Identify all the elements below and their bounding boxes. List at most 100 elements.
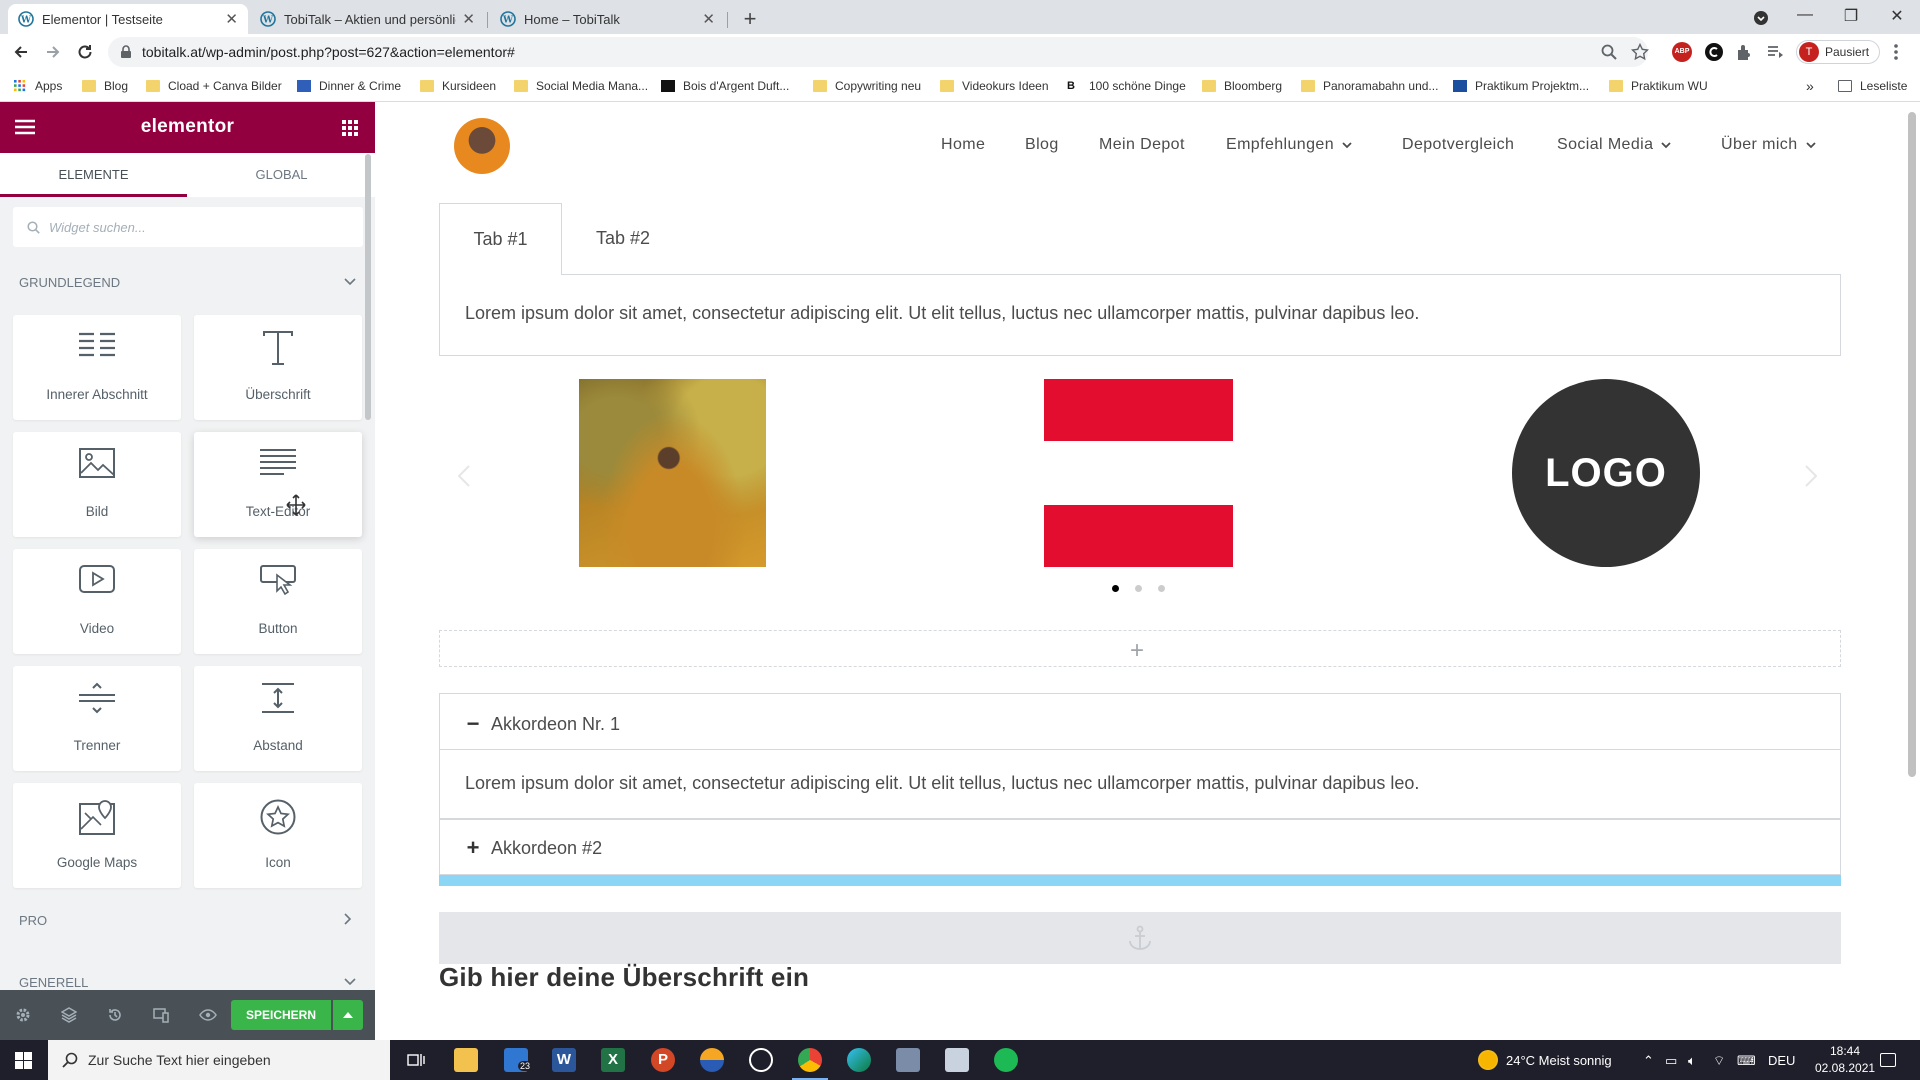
nav-blog[interactable]: Blog xyxy=(1025,136,1059,154)
bookmark-praktikum-wu[interactable]: Praktikum WU xyxy=(1609,70,1708,102)
taskbar-search-input[interactable]: Zur Suche Text hier eingeben xyxy=(48,1040,390,1080)
carousel-prev-icon[interactable] xyxy=(458,465,470,487)
tab-elemente[interactable]: ELEMENTE xyxy=(0,153,187,197)
tab-1[interactable]: Tab #1 xyxy=(439,203,562,275)
minimize-icon[interactable]: — xyxy=(1790,6,1820,24)
reload-icon[interactable] xyxy=(76,43,94,61)
bookmark-videokurs[interactable]: Videokurs Ideen xyxy=(940,70,1049,102)
widget-image[interactable]: Bild xyxy=(13,432,181,537)
navigator-layers-icon[interactable] xyxy=(61,1007,77,1023)
history-icon[interactable] xyxy=(107,1007,123,1023)
tab-global[interactable]: GLOBAL xyxy=(188,153,375,197)
new-tab-button[interactable]: + xyxy=(738,6,762,32)
app-icon[interactable] xyxy=(700,1048,724,1072)
clock[interactable]: 18:44 02.08.2021 xyxy=(1815,1044,1875,1075)
accordion-item-2-title[interactable]: + Akkordeon #2 xyxy=(465,835,603,861)
bookmark-panoramabahn[interactable]: Panoramabahn und... xyxy=(1301,70,1438,102)
preview-scrollbar[interactable] xyxy=(1908,112,1916,777)
language-indicator[interactable]: DEU xyxy=(1768,1053,1795,1068)
widget-search-input[interactable]: Widget suchen... xyxy=(13,207,363,247)
tab-search-icon[interactable] xyxy=(1746,6,1776,30)
menu-anchor-widget[interactable] xyxy=(439,912,1841,964)
preview-eye-icon[interactable] xyxy=(199,1007,217,1023)
category-grundlegend[interactable]: GRUNDLEGEND xyxy=(19,275,120,290)
widget-google-maps[interactable]: Google Maps xyxy=(13,783,181,888)
tab-2[interactable]: Tab #2 xyxy=(562,203,684,275)
nav-social-media[interactable]: Social Media xyxy=(1557,136,1672,154)
word-icon[interactable]: W xyxy=(552,1048,576,1072)
weather-sun-icon[interactable] xyxy=(1478,1050,1498,1070)
obs-icon[interactable] xyxy=(749,1048,773,1072)
close-tab-icon[interactable]: ✕ xyxy=(702,10,715,28)
bookmark-blog[interactable]: Blog xyxy=(82,70,128,102)
app-icon[interactable] xyxy=(896,1048,920,1072)
panel-scrollbar[interactable] xyxy=(365,154,371,420)
widget-button[interactable]: Button xyxy=(194,549,362,654)
adblock-icon[interactable]: ABP xyxy=(1672,42,1692,62)
app-icon[interactable] xyxy=(945,1048,969,1072)
widget-heading[interactable]: Überschrift xyxy=(194,315,362,420)
bookmark-bloomberg[interactable]: Bloomberg xyxy=(1202,70,1282,102)
add-section-plus-icon[interactable]: + xyxy=(1130,637,1144,665)
category-pro[interactable]: PRO xyxy=(19,913,47,928)
widget-text-editor[interactable]: Text-Editor xyxy=(194,432,362,537)
chevron-down-icon[interactable] xyxy=(344,278,356,286)
category-generell[interactable]: GENERELL xyxy=(19,975,88,990)
nav-ueber-mich[interactable]: Über mich xyxy=(1721,136,1816,154)
reading-list[interactable]: Leseliste xyxy=(1838,70,1907,102)
widget-icon[interactable]: Icon xyxy=(194,783,362,888)
bookmark-kursideen[interactable]: Kursideen xyxy=(420,70,496,102)
browser-tab-tobitalk[interactable]: W TobiTalk – Aktien und persönlich ✕ xyxy=(250,4,485,34)
tray-expand-icon[interactable]: ⌃ xyxy=(1643,1053,1654,1069)
more-bookmarks-icon[interactable]: » xyxy=(1806,70,1814,102)
bookmark-copywriting[interactable]: Copywriting neu xyxy=(813,70,921,102)
widget-inner-section[interactable]: Innerer Abschnitt xyxy=(13,315,181,420)
weather-text[interactable]: 24°C Meist sonnig xyxy=(1506,1053,1612,1068)
carousel-dot-1[interactable] xyxy=(1112,585,1119,592)
notifications-icon[interactable] xyxy=(1880,1053,1896,1067)
add-section-area[interactable]: + xyxy=(439,630,1841,667)
heading-placeholder[interactable]: Gib hier deine Überschrift ein xyxy=(439,962,809,993)
carousel-next-icon[interactable] xyxy=(1805,465,1817,487)
excel-icon[interactable]: X xyxy=(601,1048,625,1072)
chevron-down-icon[interactable] xyxy=(344,978,356,986)
chrome-icon[interactable] xyxy=(792,1048,828,1080)
responsive-mode-icon[interactable] xyxy=(153,1007,169,1023)
forward-icon[interactable] xyxy=(44,43,62,61)
zoom-icon[interactable] xyxy=(1600,43,1618,61)
bookmark-star-icon[interactable] xyxy=(1631,43,1649,61)
widget-divider[interactable]: Trenner xyxy=(13,666,181,771)
nav-empfehlungen[interactable]: Empfehlungen xyxy=(1226,136,1352,154)
tray-device-icon[interactable]: ▭ xyxy=(1665,1053,1677,1069)
bookmark-praktikum-projekt[interactable]: Praktikum Projektm... xyxy=(1453,70,1589,102)
restore-icon[interactable]: ❐ xyxy=(1836,6,1866,26)
edge-icon[interactable] xyxy=(847,1048,871,1072)
bookmark-dinner-crime[interactable]: Dinner & Crime xyxy=(297,70,401,102)
widget-video[interactable]: Video xyxy=(13,549,181,654)
carousel-dot-3[interactable] xyxy=(1158,585,1165,592)
carousel-dot-2[interactable] xyxy=(1135,585,1142,592)
bookmark-canva[interactable]: Cload + Canva Bilder xyxy=(146,70,282,102)
browser-tab-home[interactable]: W Home – TobiTalk ✕ xyxy=(490,4,725,34)
bookmark-social-media[interactable]: Social Media Mana... xyxy=(514,70,648,102)
keyboard-icon[interactable]: ⌨ xyxy=(1737,1053,1756,1069)
bookmark-bois-dargent[interactable]: Bois d'Argent Duft... xyxy=(661,70,789,102)
save-button[interactable]: SPEICHERN xyxy=(231,1000,331,1030)
bookmark-apps[interactable]: Apps xyxy=(13,70,62,102)
more-menu-icon[interactable] xyxy=(1893,43,1899,61)
grammarly-icon[interactable] xyxy=(1704,42,1724,62)
settings-gear-icon[interactable] xyxy=(15,1007,31,1023)
site-logo-avatar[interactable] xyxy=(454,118,510,174)
task-view-icon[interactable] xyxy=(407,1052,425,1068)
close-window-icon[interactable]: ✕ xyxy=(1882,6,1912,26)
back-icon[interactable] xyxy=(12,43,30,61)
spotify-icon[interactable] xyxy=(994,1048,1018,1072)
lock-icon[interactable] xyxy=(120,45,132,59)
accordion-item-2[interactable]: + Akkordeon #2 xyxy=(439,819,1841,875)
address-bar[interactable]: tobitalk.at/wp-admin/post.php?post=627&a… xyxy=(108,37,1648,67)
accordion-item-1-title[interactable]: − Akkordeon Nr. 1 xyxy=(465,711,621,737)
volume-icon[interactable]: 🔈︎ xyxy=(1688,1053,1696,1069)
nav-mein-depot[interactable]: Mein Depot xyxy=(1099,136,1185,154)
close-tab-icon[interactable]: ✕ xyxy=(462,10,475,28)
file-explorer-icon[interactable] xyxy=(454,1048,478,1072)
